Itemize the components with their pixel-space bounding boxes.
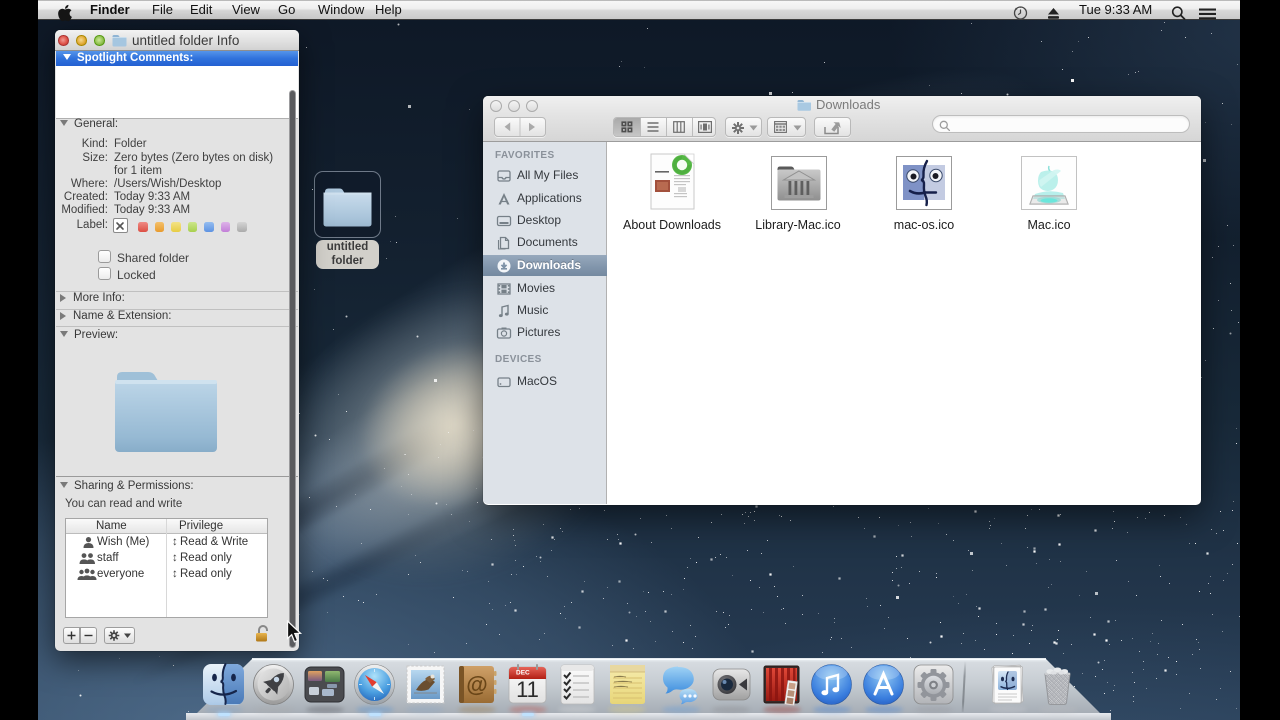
svg-text:DEC: DEC — [516, 670, 530, 677]
svg-text:@: @ — [466, 672, 487, 697]
svg-text:11: 11 — [516, 677, 539, 702]
